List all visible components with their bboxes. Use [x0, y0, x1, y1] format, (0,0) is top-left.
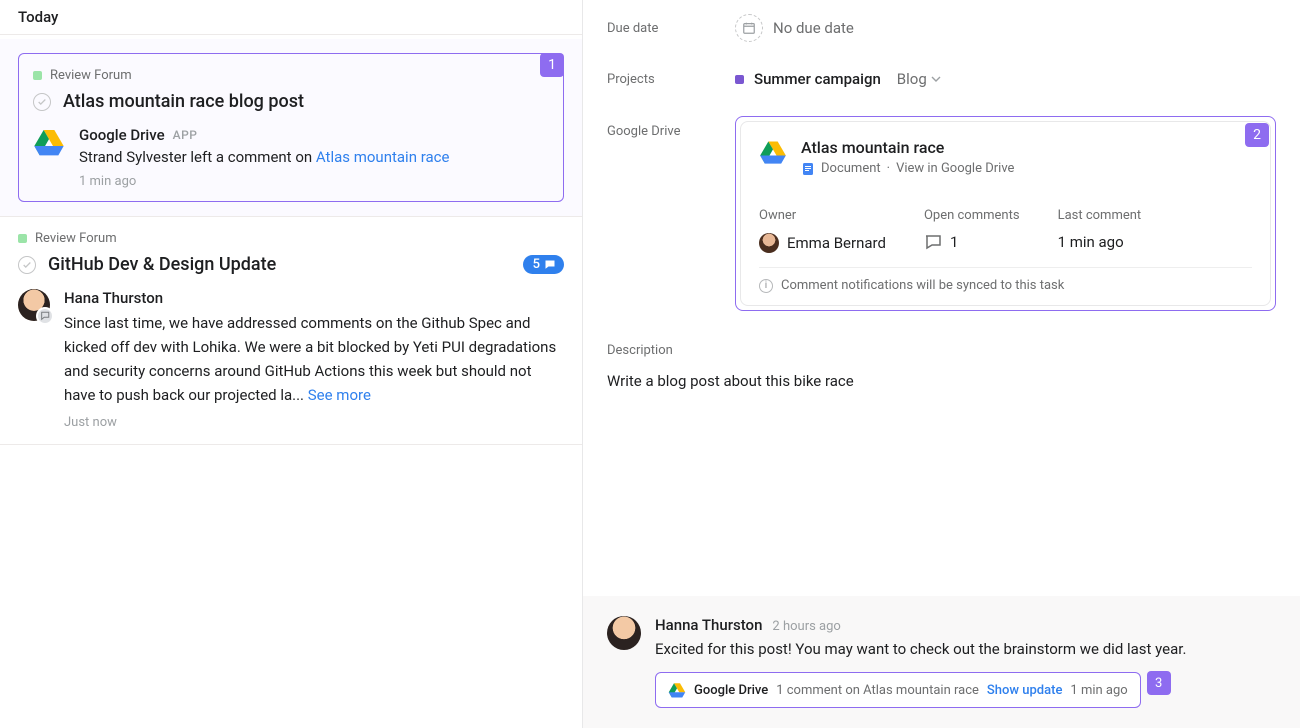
comment-body: Excited for this post! You may want to c…: [655, 640, 1276, 658]
last-comment-label: Last comment: [1058, 208, 1142, 223]
owner-name: Emma Bernard: [787, 234, 886, 252]
inbox-item[interactable]: 1 Review Forum Atlas mountain race blog …: [0, 39, 582, 216]
description-label: Description: [607, 343, 1276, 358]
view-in-drive-link[interactable]: View in Google Drive: [896, 161, 1014, 176]
google-drive-icon: [759, 138, 787, 166]
doc-link[interactable]: Atlas mountain race: [316, 148, 450, 166]
field-label: Projects: [607, 72, 735, 87]
comments-section: Hanna Thurston 2 hours ago Excited for t…: [583, 596, 1300, 728]
task-title[interactable]: Atlas mountain race blog post: [63, 91, 304, 112]
project-name[interactable]: Summer campaign: [754, 70, 881, 88]
user-avatar: [607, 616, 641, 650]
update-text: 1 comment on Atlas mountain race: [776, 683, 979, 698]
inbox-pane: Today 1 Review Forum Atlas mountain race…: [0, 0, 583, 728]
owner-label: Owner: [759, 208, 886, 223]
user-avatar: [18, 289, 50, 321]
timestamp: 1 min ago: [79, 174, 549, 189]
status-dot-icon: [33, 71, 42, 80]
open-comments-label: Open comments: [924, 208, 1020, 223]
timestamp: 2 hours ago: [772, 619, 840, 634]
commenter-name: Hana Thurston: [64, 289, 564, 307]
open-comments-count: 1: [950, 233, 958, 251]
drive-attachment-card[interactable]: Atlas mountain race Document · View in G…: [740, 121, 1271, 306]
show-update-link[interactable]: Show update: [987, 683, 1063, 698]
sync-note: Comment notifications will be synced to …: [781, 278, 1064, 293]
owner-avatar: [759, 233, 779, 253]
status-label: Review Forum: [35, 231, 117, 246]
annotation-badge: 1: [540, 53, 564, 77]
see-more-link[interactable]: See more: [308, 386, 371, 404]
divider: [0, 34, 582, 35]
inline-update-card[interactable]: Google Drive 1 comment on Atlas mountain…: [655, 672, 1141, 708]
status-label: Review Forum: [50, 68, 132, 83]
highlight-box-1: 1 Review Forum Atlas mountain race blog …: [18, 53, 564, 202]
timestamp: Just now: [64, 415, 564, 430]
task-detail-pane: Due date No due date Projects Summer cam…: [583, 0, 1300, 728]
doc-type: Document: [821, 161, 881, 176]
field-label: Google Drive: [607, 116, 735, 139]
last-comment-time: 1 min ago: [1058, 233, 1142, 251]
inbox-item[interactable]: Review Forum GitHub Dev & Design Update …: [0, 216, 582, 444]
commenter-name: Hanna Thurston: [655, 616, 762, 634]
chevron-down-icon: [931, 74, 941, 84]
due-date-field[interactable]: Due date No due date: [607, 0, 1276, 56]
update-app: Google Drive: [694, 683, 768, 698]
comment-preview: Since last time, we have addressed comme…: [64, 311, 564, 407]
due-date-value: No due date: [773, 19, 854, 37]
calendar-icon: [735, 14, 763, 42]
document-icon: [801, 162, 815, 176]
complete-toggle-icon[interactable]: [18, 256, 36, 274]
today-heading: Today: [0, 0, 582, 34]
app-tag: APP: [173, 128, 198, 142]
timestamp: 1 min ago: [1070, 683, 1127, 698]
comment-count-badge[interactable]: 5: [523, 255, 564, 274]
google-drive-icon: [668, 681, 686, 699]
annotation-badge: 3: [1147, 671, 1171, 695]
section-dropdown[interactable]: Blog: [897, 70, 941, 88]
attachment-title: Atlas mountain race: [801, 138, 1014, 157]
complete-toggle-icon[interactable]: [33, 93, 51, 111]
activity-text: Strand Sylvester left a comment on Atlas…: [79, 148, 549, 166]
status-dot-icon: [18, 234, 27, 243]
google-drive-field: Google Drive 2 Atlas mountain race Docum…: [607, 102, 1276, 325]
app-name: Google Drive: [79, 126, 165, 144]
info-icon: i: [759, 279, 773, 293]
comment-icon: [36, 307, 54, 325]
projects-field[interactable]: Projects Summer campaign Blog: [607, 56, 1276, 102]
description-text[interactable]: Write a blog post about this bike race: [607, 372, 1276, 390]
project-color-icon: [735, 75, 744, 84]
highlight-box-2: 2 Atlas mountain race Document · View in…: [735, 116, 1276, 311]
google-drive-icon: [33, 126, 65, 158]
task-title[interactable]: GitHub Dev & Design Update: [48, 254, 276, 275]
field-label: Due date: [607, 21, 735, 36]
annotation-badge: 2: [1245, 123, 1269, 147]
comment-icon: [924, 233, 942, 251]
